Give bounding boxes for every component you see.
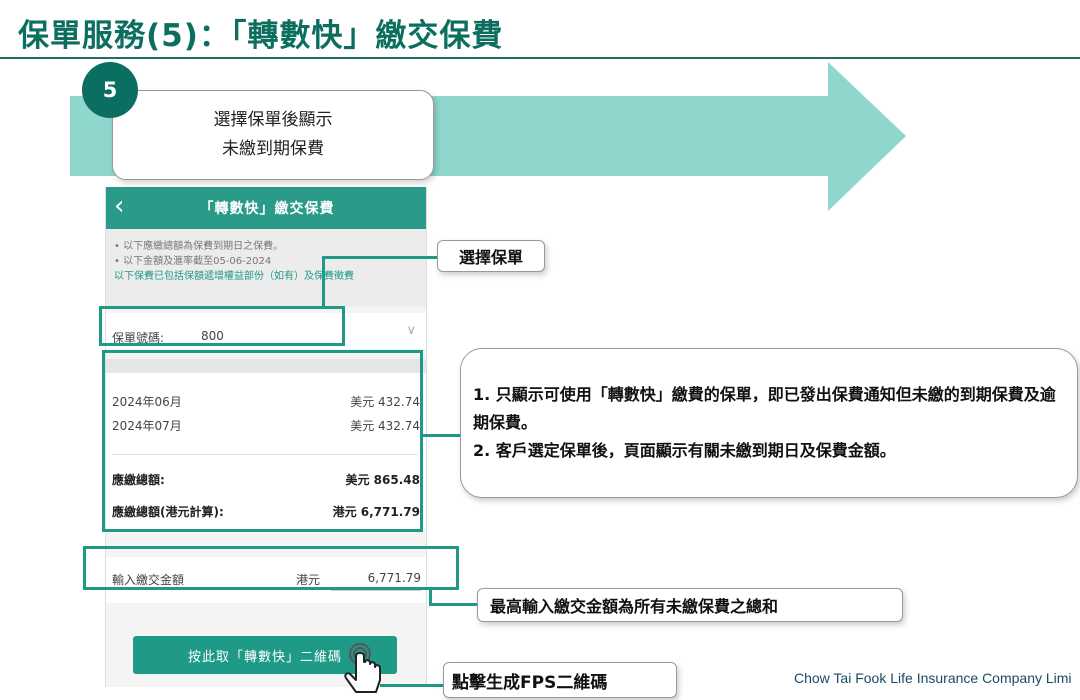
connector-line [423,434,461,437]
step-description: 選擇保單後顯示 未繳到期保費 [112,90,434,180]
info-line-1: 1. 只顯示可使用「轉數快」繳費的保單，即已發出保費通知但未繳的到期保費及逾期保… [473,385,1056,432]
note-3: 以下保費已包括保額遞增權益部份（如有）及保費徵費 [114,271,354,282]
notes-section: • 以下應繳總額為保費到期日之保費。 • 以下金額及滙率截至05-06-2024… [106,229,426,307]
hand-pointer-icon [344,643,381,693]
dues-highlight-frame [102,350,423,532]
amount-highlight-frame [83,546,459,590]
note-1: • 以下應繳總額為保費到期日之保費。 [114,241,284,252]
callout-select-policy: 選擇保單 [437,240,545,272]
info-line-2: 2. 客戶選定保單後，頁面顯示有關未繳到期日及保費金額。 [473,441,896,460]
step-line-2: 未繳到期保費 [222,139,324,159]
app-header: ‹ 「轉數快」繳交保費 [106,187,426,229]
connector-line [429,603,477,606]
step-line-1: 選擇保單後顯示 [213,110,333,130]
callout-generate-fps: 點擊生成FPS二維碼 [443,662,677,698]
step-number-badge: 5 [82,62,138,118]
connector-line [322,256,438,259]
connector-line [322,256,325,308]
policy-highlight-frame [99,306,345,346]
company-footer: Chow Tai Fook Life Insurance Company Lim… [794,670,1072,686]
connector-line [380,684,444,687]
callout-max-amount: 最高輸入繳交金額為所有未繳保費之總和 [477,588,903,622]
callout-info: 1. 只顯示可使用「轉數快」繳費的保單，即已發出保費通知但未繳的到期保費及逾期保… [460,348,1078,498]
app-header-title: 「轉數快」繳交保費 [199,201,335,217]
chevron-down-icon[interactable]: ∨ [406,323,416,338]
